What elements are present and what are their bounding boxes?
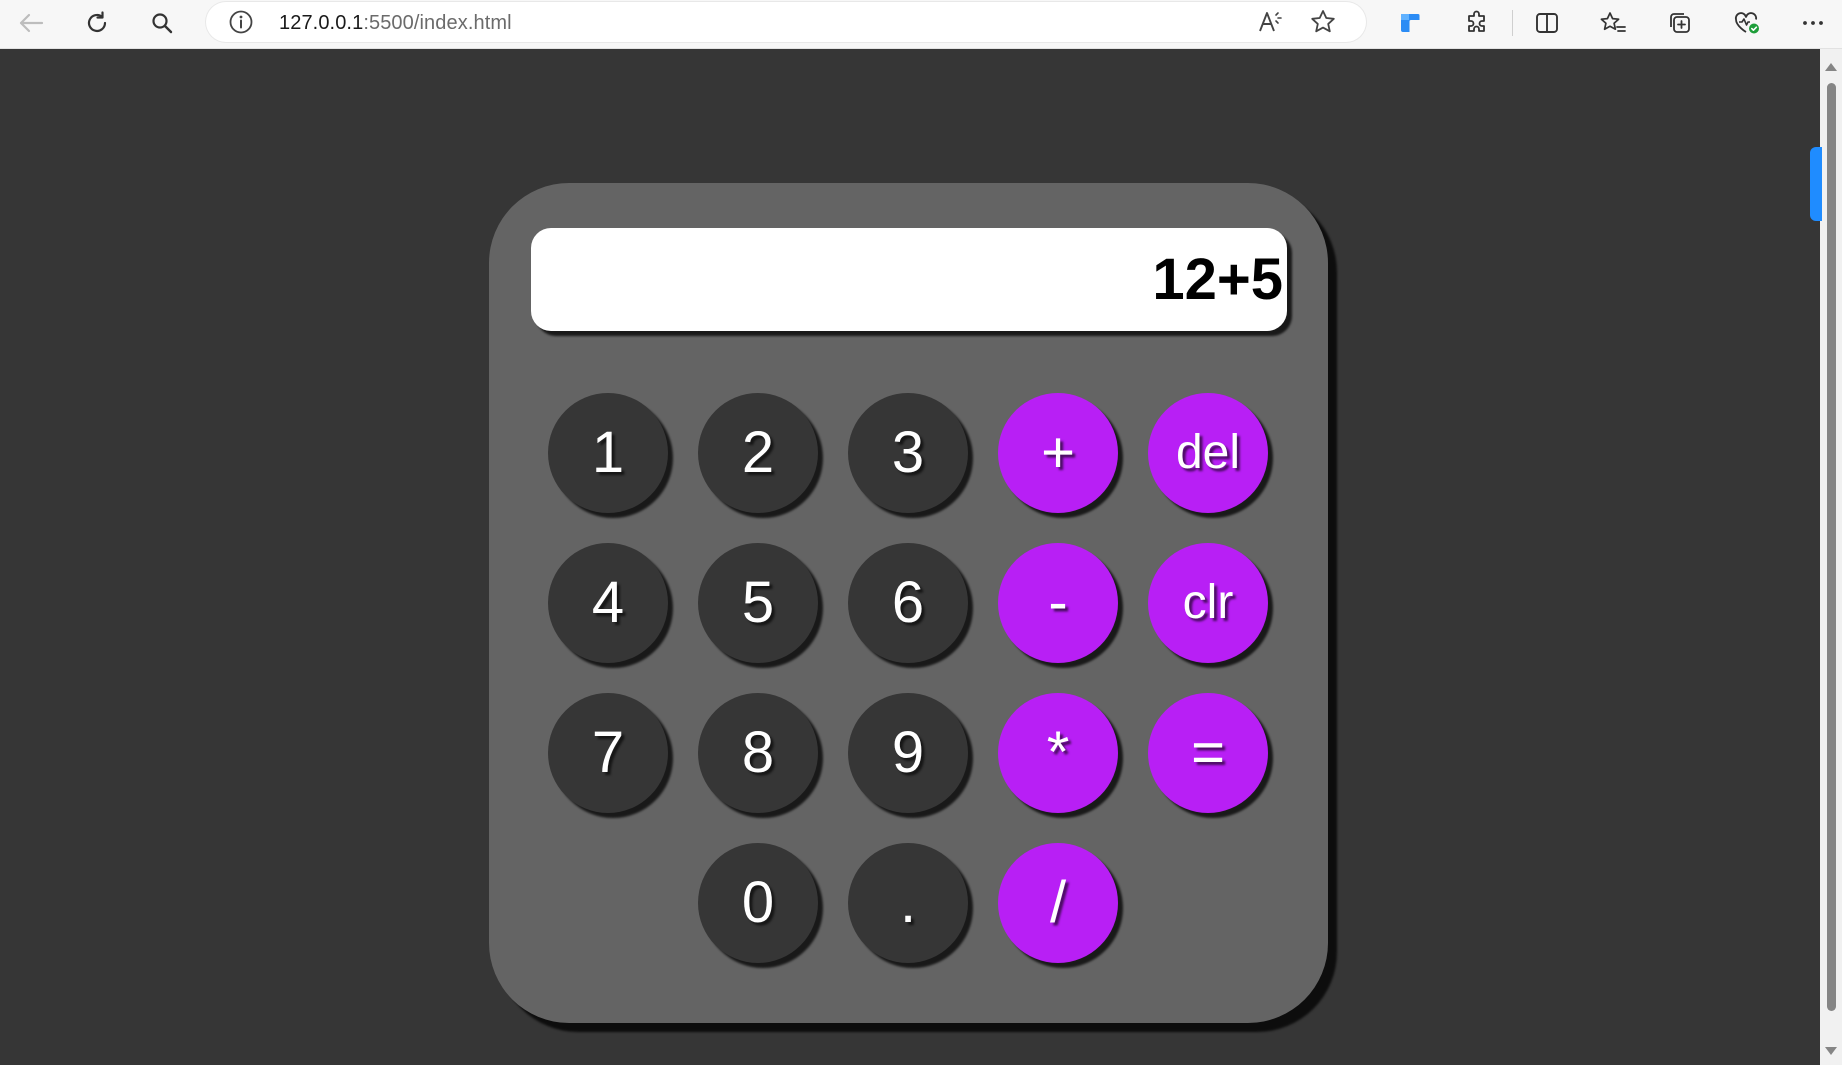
toolbar-separator xyxy=(1512,10,1513,36)
scroll-down-arrow-icon[interactable] xyxy=(1825,1047,1837,1055)
favorites-icon[interactable] xyxy=(1599,9,1627,37)
key-6-button[interactable]: 6 xyxy=(848,543,968,663)
extension-puzzle-icon[interactable] xyxy=(1463,9,1491,37)
calculator-display: 12+5 xyxy=(531,228,1287,331)
decimal-point-button[interactable]: . xyxy=(848,843,968,963)
key-2-button[interactable]: 2 xyxy=(698,393,818,513)
key-8-button[interactable]: 8 xyxy=(698,693,818,813)
info-icon[interactable] xyxy=(227,8,255,36)
split-screen-icon[interactable] xyxy=(1533,9,1561,37)
back-arrow-icon[interactable] xyxy=(17,9,45,37)
star-icon[interactable] xyxy=(1309,8,1337,36)
address-bar[interactable]: 127.0.0.1:5500/index.html xyxy=(206,2,1366,42)
key-5-button[interactable]: 5 xyxy=(698,543,818,663)
calculator: 12+5 1 2 3 + del 4 5 6 - clr 7 8 9 * = 0… xyxy=(489,183,1328,1023)
extension-icon[interactable] xyxy=(1396,9,1424,37)
key-4-button[interactable]: 4 xyxy=(548,543,668,663)
url-path: :5500/index.html xyxy=(363,12,512,34)
read-aloud-icon[interactable] xyxy=(1257,8,1285,36)
scroll-thumb[interactable] xyxy=(1827,83,1836,1011)
page-viewport: 12+5 1 2 3 + del 4 5 6 - clr 7 8 9 * = 0… xyxy=(0,49,1820,1065)
key-0-button[interactable]: 0 xyxy=(698,843,818,963)
page-scrollbar[interactable] xyxy=(1820,49,1842,1065)
browser-essentials-icon[interactable] xyxy=(1733,9,1761,37)
clear-button[interactable]: clr xyxy=(1148,543,1268,663)
delete-button[interactable]: del xyxy=(1148,393,1268,513)
minus-button[interactable]: - xyxy=(998,543,1118,663)
divide-button[interactable]: / xyxy=(998,843,1118,963)
key-9-button[interactable]: 9 xyxy=(848,693,968,813)
scroll-up-arrow-icon[interactable] xyxy=(1825,63,1837,71)
search-icon[interactable] xyxy=(148,9,176,37)
multiply-button[interactable]: * xyxy=(998,693,1118,813)
key-1-button[interactable]: 1 xyxy=(548,393,668,513)
refresh-icon[interactable] xyxy=(83,9,111,37)
collections-icon[interactable] xyxy=(1666,9,1694,37)
key-3-button[interactable]: 3 xyxy=(848,393,968,513)
more-icon[interactable] xyxy=(1799,9,1827,37)
plus-button[interactable]: + xyxy=(998,393,1118,513)
url-host: 127.0.0.1 xyxy=(279,12,364,34)
key-7-button[interactable]: 7 xyxy=(548,693,668,813)
sidebar-edge-tab[interactable] xyxy=(1810,147,1822,221)
url-text[interactable]: 127.0.0.1:5500/index.html xyxy=(279,12,512,35)
equals-button[interactable]: = xyxy=(1148,693,1268,813)
browser-toolbar: 127.0.0.1:5500/index.html xyxy=(0,0,1842,49)
